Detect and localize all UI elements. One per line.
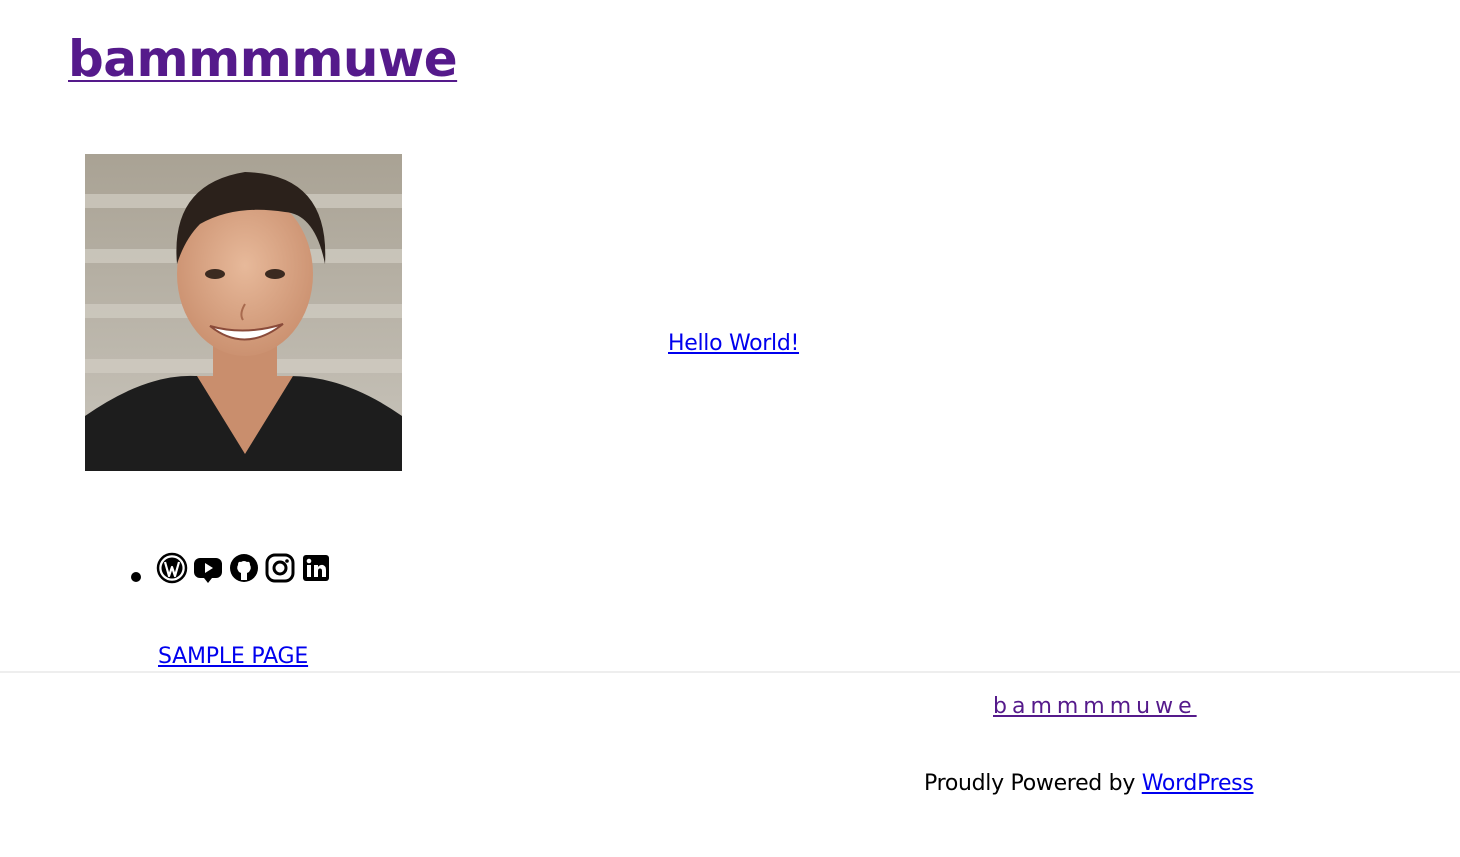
list-bullet	[131, 572, 141, 582]
github-icon[interactable]	[228, 552, 260, 584]
avatar	[85, 154, 402, 471]
wordpress-link[interactable]: WordPress	[1142, 771, 1254, 796]
wordpress-icon[interactable]	[156, 552, 188, 584]
footer-divider	[0, 671, 1460, 673]
powered-by-text: Proudly Powered by WordPress	[924, 771, 1254, 797]
nav-link-sample-page[interactable]: SAMPLE PAGE	[158, 644, 308, 670]
footer-site-title-link[interactable]: bammmmuwe	[993, 694, 1197, 720]
site-title-link[interactable]: bammmmuwe	[68, 32, 458, 87]
linkedin-icon[interactable]	[300, 552, 332, 584]
social-icons-row	[156, 552, 332, 584]
avatar-image	[85, 154, 402, 471]
powered-by-prefix: Proudly Powered by	[924, 771, 1142, 796]
instagram-icon[interactable]	[264, 552, 296, 584]
post-title-link[interactable]: Hello World!	[668, 331, 799, 357]
youtube-icon[interactable]	[192, 552, 224, 584]
